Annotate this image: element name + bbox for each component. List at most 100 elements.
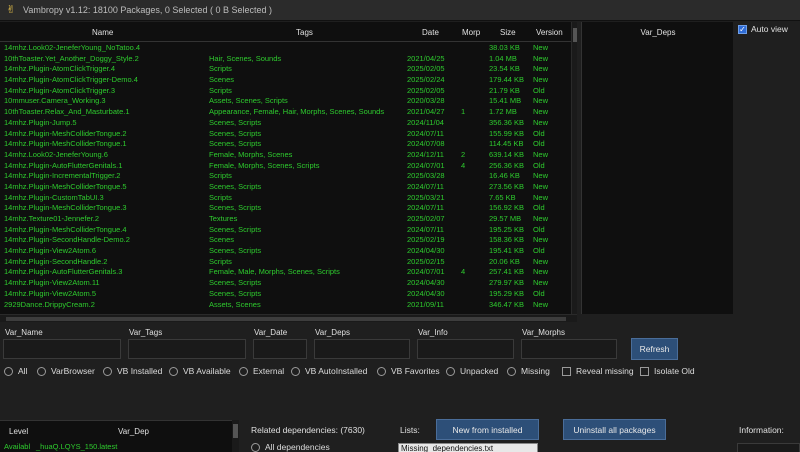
dependency-grid-scrollbar[interactable] — [232, 420, 239, 452]
table-row[interactable]: 10mmuser.Camera_Working.3 Assets, Scenes,… — [0, 96, 571, 107]
radio-external[interactable]: External — [239, 366, 284, 376]
radio-all-dependencies[interactable]: All dependencies — [251, 442, 330, 452]
radio-vb-installed[interactable]: VB Installed — [103, 366, 162, 376]
var-name-input[interactable] — [3, 339, 121, 359]
table-row[interactable]: 10thToaster.Relax_And_Masturbate.1 Appear… — [0, 107, 571, 118]
radio-vb-autoinstalled[interactable]: VB AutoInstalled — [291, 366, 367, 376]
cell-size: 158.36 KB — [489, 235, 525, 245]
radio-circle-icon[interactable] — [291, 366, 300, 376]
cell-date: 2025/02/19 — [407, 235, 445, 245]
column-header-level[interactable]: Level — [9, 427, 28, 436]
package-grid[interactable]: Name Tags Date Morp Size Version 14mhz.L… — [0, 22, 577, 314]
dependency-grid[interactable]: Level Var_Dep Availabl _huaQ.LQYS_150.la… — [0, 420, 232, 452]
radio-circle-icon[interactable] — [507, 366, 516, 376]
refresh-button[interactable]: Refresh — [631, 338, 678, 360]
cell-size: 1.04 MB — [489, 53, 517, 63]
radio-circle-icon[interactable] — [251, 442, 260, 452]
table-row[interactable]: 14mhz.Plugin-AtomClickTrigger.3 Scripts 20… — [0, 86, 571, 97]
checkbox-reveal-missing[interactable]: Reveal missing — [562, 366, 634, 376]
table-row[interactable]: 14mhz.Plugin-MeshColliderTongue.5 Scenes,… — [0, 182, 571, 193]
table-row[interactable]: 14mhz.Plugin-CustomTabUI.3 Scripts 2025/03… — [0, 193, 571, 204]
table-row[interactable]: 14mhz.Plugin-View2Atom.5 Scenes, Scripts 2… — [0, 289, 571, 300]
table-row[interactable]: 10thToaster.Yet_Another_Doggy_Style.2 Hai… — [0, 54, 571, 65]
table-row[interactable]: 2929Dance.DrippyCream.2 Assets, Scenes 202… — [0, 300, 571, 311]
table-row[interactable]: 14mhz.Plugin-AutoFlutterGenitals.3 Female… — [0, 267, 571, 278]
table-row[interactable]: 14mhz.Plugin-IncrementalTrigger.2 Scripts… — [0, 171, 571, 182]
radio-vb-favorites[interactable]: VB Favorites — [377, 366, 440, 376]
radio-circle-icon[interactable] — [377, 366, 386, 376]
cell-name: 14mhz.Plugin-AutoFlutterGenitals.1 — [4, 160, 123, 170]
column-header-size[interactable]: Size — [500, 28, 516, 37]
cell-tags: Scenes, Scripts — [209, 117, 262, 127]
radio-circle-icon[interactable] — [4, 366, 13, 376]
radio-circle-icon[interactable] — [446, 366, 455, 376]
radio-vb-available[interactable]: VB Available — [169, 366, 231, 376]
column-header-date[interactable]: Date — [422, 28, 439, 37]
radio-circle-icon[interactable] — [37, 366, 46, 376]
column-header-name[interactable]: Name — [92, 28, 113, 37]
lists-dropdown[interactable]: Missing_dependencies.txt — [398, 443, 538, 452]
table-row[interactable]: 14mhz.Plugin-AutoFlutterGenitals.1 Female… — [0, 161, 571, 172]
var-date-input[interactable] — [253, 339, 307, 359]
uninstall-all-packages-button[interactable]: Uninstall all packages — [563, 419, 666, 440]
var-deps-input[interactable] — [314, 339, 410, 359]
filter-label-var-info: Var_Info — [418, 328, 448, 337]
grid-vertical-scrollbar-thumb[interactable] — [573, 28, 577, 42]
table-row[interactable]: 14mhz.Plugin-View2Atom.11 Scenes, Scripts… — [0, 278, 571, 289]
cell-name: 14mhz.Look02-JeneferYoung_NoTatoo.4 — [4, 43, 141, 52]
cell-tags: Hair, Scenes, Sounds — [209, 53, 282, 63]
var-deps-panel[interactable]: Var_Deps — [581, 22, 733, 314]
checkbox-icon[interactable] — [562, 366, 571, 376]
dependency-grid-scrollbar-thumb[interactable] — [233, 424, 238, 438]
cell-tags: Scripts — [209, 192, 232, 202]
radio-vb-available-label: VB Available — [183, 366, 231, 376]
cell-date: 2025/02/05 — [407, 64, 445, 74]
var-morphs-input[interactable] — [521, 339, 617, 359]
radio-circle-icon[interactable] — [239, 366, 248, 376]
radio-unpacked[interactable]: Unpacked — [446, 366, 498, 376]
new-from-installed-button[interactable]: New from installed — [436, 419, 539, 440]
filter-label-var-name: Var_Name — [5, 328, 43, 337]
column-header-tags[interactable]: Tags — [296, 28, 313, 37]
auto-view-checkbox[interactable]: ✓ Auto view — [738, 24, 788, 34]
column-header-morphs[interactable]: Morp — [462, 28, 480, 37]
radio-circle-icon[interactable] — [169, 366, 178, 376]
grid-horizontal-scrollbar[interactable] — [0, 314, 577, 322]
radio-all[interactable]: All — [4, 366, 27, 376]
cell-version: Old — [533, 139, 545, 149]
var-tags-input[interactable] — [128, 339, 246, 359]
cell-version: Old — [533, 160, 545, 170]
table-row[interactable]: 14mhz.Plugin-SecondHandle-Demo.2 Scenes 20… — [0, 235, 571, 246]
var-info-input[interactable] — [417, 339, 514, 359]
grid-horizontal-scrollbar-thumb[interactable] — [6, 317, 566, 321]
column-header-var-dep[interactable]: Var_Dep — [118, 427, 149, 436]
dependency-name-cell[interactable]: _huaQ.LQYS_150.latest — [36, 442, 117, 451]
table-row[interactable]: 14mhz.Texture01-Jennefer.2 Textures 2025/0… — [0, 214, 571, 225]
table-row[interactable]: 14mhz.Look02-JeneferYoung_NoTatoo.4 38.03… — [0, 43, 571, 54]
checkbox-checked-icon[interactable]: ✓ — [738, 24, 747, 34]
table-row[interactable]: 14mhz.Plugin-SecondHandle.2 Scripts 2025/0… — [0, 257, 571, 268]
lists-label: Lists: — [400, 425, 420, 435]
cell-date: 2025/03/21 — [407, 192, 445, 202]
table-row[interactable]: 14mhz.Look02-JeneferYoung.6 Female, Morph… — [0, 150, 571, 161]
table-row[interactable]: 14mhz.Plugin-MeshColliderTongue.2 Scenes,… — [0, 129, 571, 140]
grid-vertical-scrollbar[interactable] — [571, 22, 577, 314]
reveal-missing-label: Reveal missing — [576, 366, 634, 376]
radio-circle-icon[interactable] — [103, 366, 112, 376]
column-header-version[interactable]: Version — [536, 28, 563, 37]
radio-varbrowser[interactable]: VarBrowser — [37, 366, 95, 376]
radio-missing[interactable]: Missing — [507, 366, 550, 376]
checkbox-icon[interactable] — [640, 366, 649, 376]
table-row[interactable]: 14mhz.Plugin-MeshColliderTongue.4 Scenes,… — [0, 225, 571, 236]
table-row[interactable]: 14mhz.Plugin-AtomClickTrigger.4 Scripts 20… — [0, 64, 571, 75]
all-dependencies-label: All dependencies — [265, 442, 330, 452]
dependency-level-cell[interactable]: Availabl — [4, 442, 30, 451]
cell-date: 2024/07/08 — [407, 139, 445, 149]
table-row[interactable]: 14mhz.Plugin-MeshColliderTongue.3 Scenes,… — [0, 203, 571, 214]
table-row[interactable]: 14mhz.Plugin-MeshColliderTongue.1 Scenes,… — [0, 139, 571, 150]
table-row[interactable]: 14mhz.Plugin-AtomClickTrigger-Demo.4 Scen… — [0, 75, 571, 86]
table-row[interactable]: 14mhz.Plugin-View2Atom.6 Scenes, Scripts 2… — [0, 246, 571, 257]
table-row[interactable]: 14mhz.Plugin-Jump.5 Scenes, Scripts 2024/1… — [0, 118, 571, 129]
checkbox-isolate-old[interactable]: Isolate Old — [640, 366, 695, 376]
cell-date: 2024/07/01 — [407, 160, 445, 170]
